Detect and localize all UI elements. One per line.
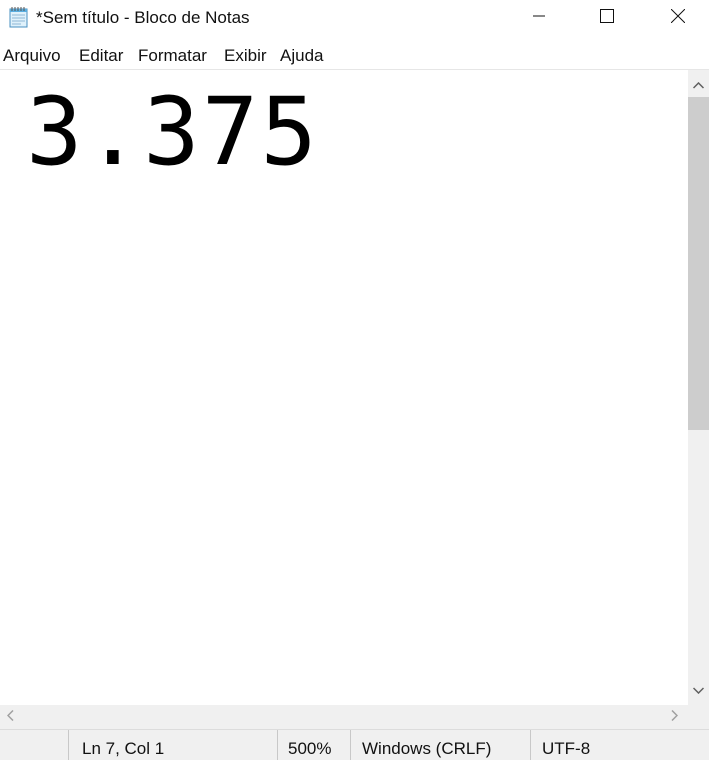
menu-ajuda[interactable]: Ajuda — [280, 46, 323, 66]
status-bar: Ln 7, Col 1 500% Windows (CRLF) UTF-8 — [0, 729, 709, 760]
editor-content[interactable]: 3.375 — [26, 78, 319, 188]
title-bar[interactable]: *Sem título - Bloco de Notas — [0, 0, 709, 38]
status-zoom: 500% — [277, 730, 350, 760]
chevron-up-icon — [692, 76, 705, 94]
menu-bar: Arquivo Editar Formatar Exibir Ajuda — [0, 40, 709, 70]
close-button[interactable] — [655, 0, 701, 36]
vertical-scrollbar[interactable] — [688, 70, 709, 705]
status-encoding: UTF-8 — [530, 730, 709, 760]
vertical-scroll-thumb[interactable] — [688, 97, 709, 430]
menu-editar[interactable]: Editar — [79, 46, 123, 66]
maximize-icon — [600, 8, 614, 28]
scroll-down-button[interactable] — [688, 680, 709, 700]
chevron-down-icon — [692, 681, 705, 699]
chevron-right-icon — [670, 708, 678, 726]
menu-exibir[interactable]: Exibir — [224, 46, 267, 66]
close-icon — [670, 8, 686, 28]
maximize-button[interactable] — [584, 0, 630, 36]
status-cursor-position: Ln 7, Col 1 — [68, 730, 277, 760]
scroll-right-button[interactable] — [664, 707, 684, 727]
chevron-left-icon — [6, 708, 14, 726]
scrollbar-corner — [688, 705, 709, 729]
text-editor[interactable]: 3.375 — [0, 70, 688, 705]
minimize-button[interactable] — [516, 0, 562, 36]
horizontal-scrollbar[interactable] — [0, 705, 688, 729]
notepad-icon — [7, 6, 31, 28]
window-title: *Sem título - Bloco de Notas — [36, 8, 250, 27]
minimize-icon — [533, 9, 545, 27]
status-line-ending: Windows (CRLF) — [350, 730, 530, 760]
menu-arquivo[interactable]: Arquivo — [3, 46, 61, 66]
scroll-up-button[interactable] — [688, 75, 709, 95]
menu-formatar[interactable]: Formatar — [138, 46, 207, 66]
scroll-left-button[interactable] — [0, 707, 20, 727]
